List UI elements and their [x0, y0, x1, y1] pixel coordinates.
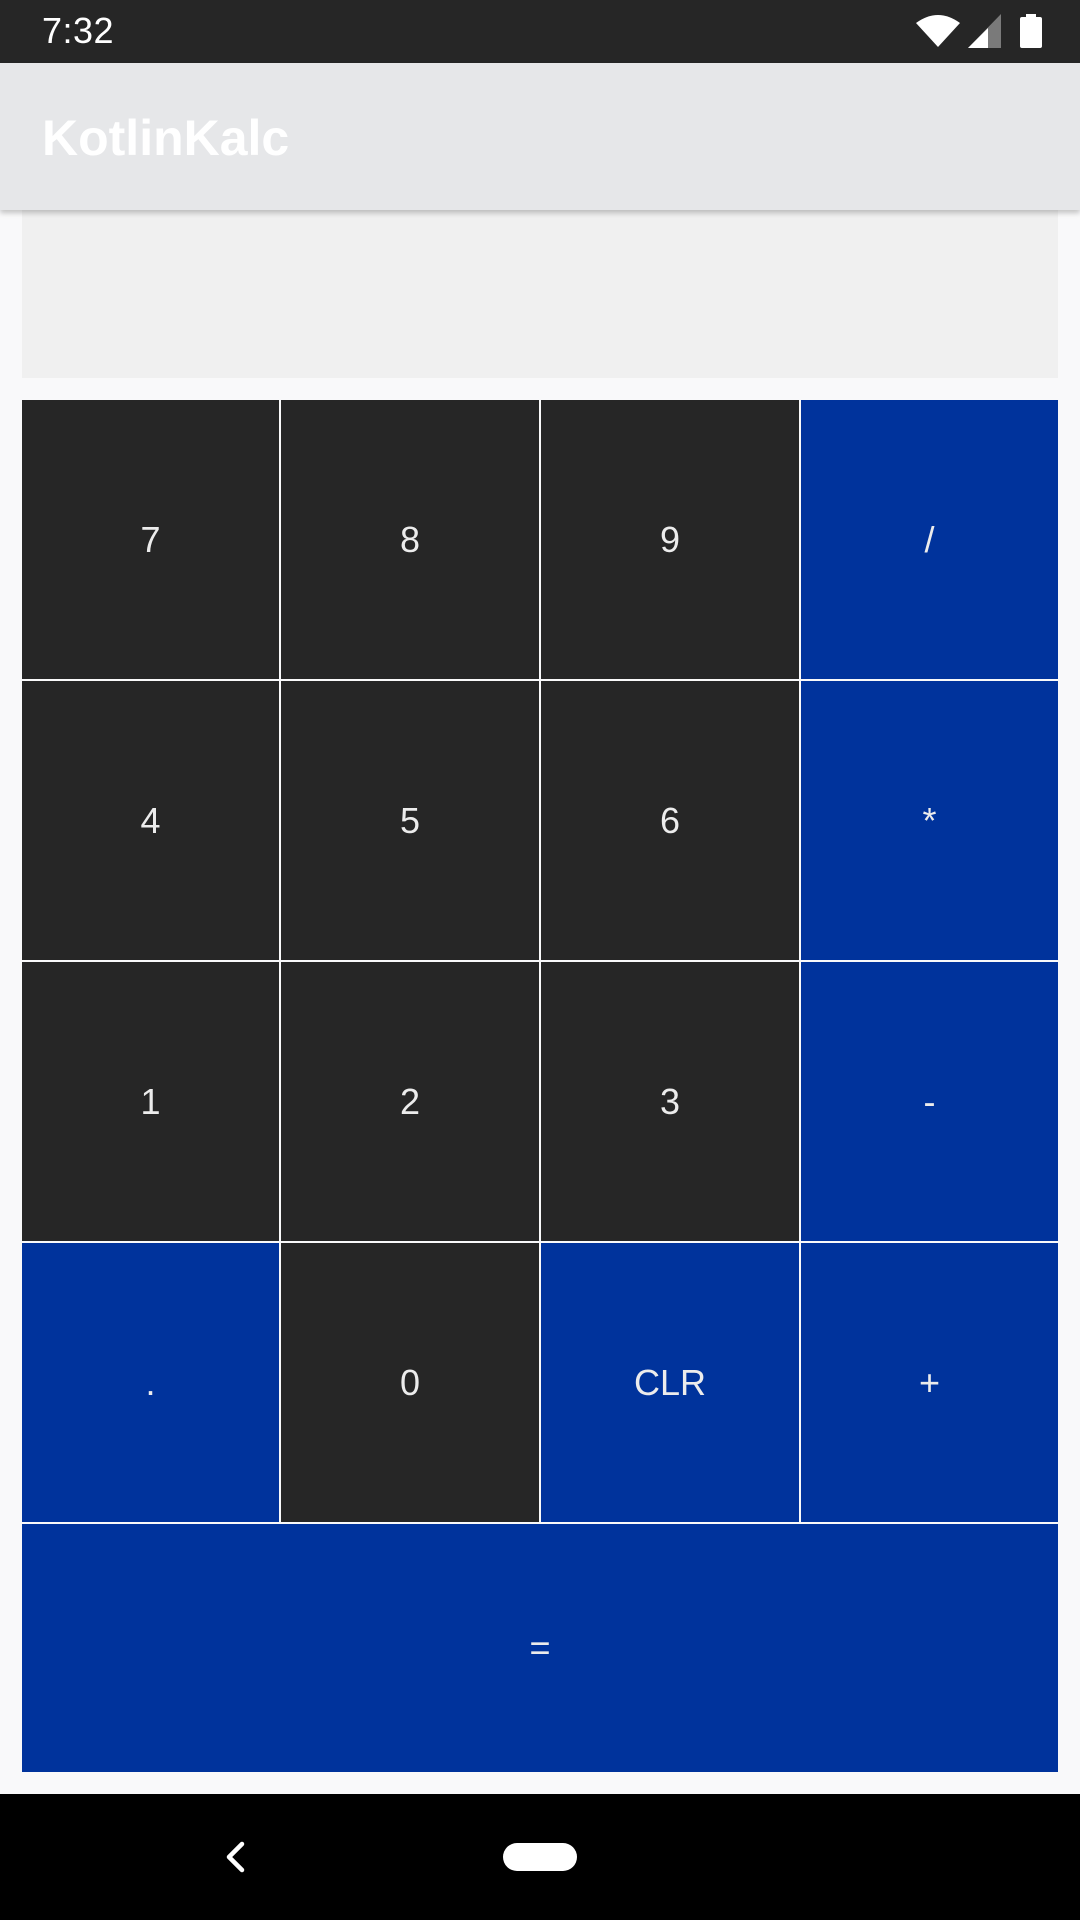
key-3[interactable]: 3 [541, 962, 799, 1241]
calculator-display [22, 210, 1058, 378]
battery-icon [1020, 14, 1042, 48]
keypad: 7 8 9 / 4 5 6 * 1 2 3 - . 0 CLR + = [22, 400, 1058, 1772]
app-title: KotlinKalc [42, 110, 290, 166]
key-2[interactable]: 2 [281, 962, 539, 1241]
key-equals[interactable]: = [22, 1524, 1058, 1772]
key-divide[interactable]: / [801, 400, 1058, 679]
status-bar: 7:32 [0, 0, 1080, 63]
wifi-icon [916, 15, 960, 47]
key-4[interactable]: 4 [22, 681, 279, 960]
key-8[interactable]: 8 [281, 400, 539, 679]
key-5[interactable]: 5 [281, 681, 539, 960]
status-time: 7:32 [42, 10, 115, 51]
key-0[interactable]: 0 [281, 1243, 539, 1522]
app-bar: KotlinKalc [0, 63, 1080, 210]
home-pill-icon[interactable] [503, 1843, 577, 1871]
status-icons [916, 14, 1042, 48]
key-multiply[interactable]: * [801, 681, 1058, 960]
key-7[interactable]: 7 [22, 400, 279, 679]
key-decimal[interactable]: . [22, 1243, 279, 1522]
key-9[interactable]: 9 [541, 400, 799, 679]
key-subtract[interactable]: - [801, 962, 1058, 1241]
key-6[interactable]: 6 [541, 681, 799, 960]
back-icon [226, 1841, 245, 1873]
key-clear[interactable]: CLR [541, 1243, 799, 1522]
back-button[interactable] [208, 1830, 262, 1884]
signal-icon [968, 14, 1001, 48]
key-1[interactable]: 1 [22, 962, 279, 1241]
key-add[interactable]: + [801, 1243, 1058, 1522]
